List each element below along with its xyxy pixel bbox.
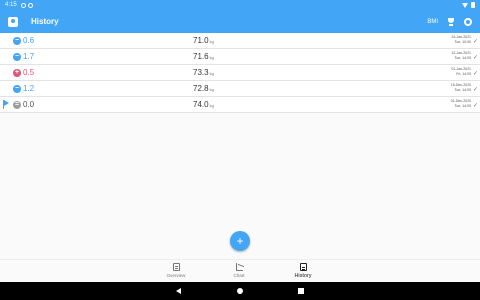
recents-icon[interactable] [298,288,304,294]
wifi-icon [462,2,468,8]
entry-date: 01-Jan-2021 Fri, 14:09 [451,67,471,76]
status-time: 4:15 [5,2,17,8]
equal-badge-icon: = [13,100,21,109]
trophy-icon[interactable] [447,17,455,26]
flag-icon [3,100,9,109]
weight-value: 74.0kg [193,100,214,109]
nav-label: Overview [166,273,186,278]
history-row[interactable]: − 0.6 71.0kg 24-Jan-2021 Tue, 10:00 ✓ [0,33,480,49]
bottom-navigation: Overview Chart History [0,259,480,282]
bmi-button[interactable]: BMI [427,19,438,25]
entry-date: 12-Jan-2021 Tue, 14:09 [451,51,471,60]
minus-badge-icon: − [13,36,21,45]
minus-badge-icon: − [13,84,21,93]
weight-value: 72.8kg [193,84,214,93]
nav-chart[interactable]: Chart [219,263,259,278]
history-icon [299,263,307,271]
weight-value: 71.0kg [193,36,214,45]
check-icon: ✓ [472,71,478,77]
entry-date: 24-Jan-2021 Tue, 10:00 [451,35,471,44]
weight-change: 0.6 [23,36,35,45]
weight-change: 0.5 [23,68,35,77]
nav-label: Chart [233,273,245,278]
notification-icon [20,2,26,8]
check-icon: ✓ [472,39,478,45]
status-bar: 4:15 [0,0,480,10]
entry-date: 15-Dec-2020 Tue, 14:09 [450,83,471,92]
history-row[interactable]: − 1.2 72.8kg 15-Dec-2020 Tue, 14:09 ✓ [0,81,480,97]
add-entry-button[interactable]: + [230,231,250,251]
chart-icon [235,263,243,271]
back-icon[interactable] [176,288,181,294]
weight-change: 0.0 [23,100,35,109]
app-bar: History BMI [0,10,480,33]
nav-overview[interactable]: Overview [156,263,196,278]
weight-change: 1.7 [23,52,35,61]
weight-value: 71.6kg [193,52,214,61]
plus-badge-icon: + [13,68,21,77]
page-title: History [31,17,59,26]
history-list: − 0.6 71.0kg 24-Jan-2021 Tue, 10:00 ✓ − 1… [0,33,480,113]
nav-label: History [294,273,312,279]
history-row[interactable]: + 0.5 73.3kg 01-Jan-2021 Fri, 14:09 ✓ [0,65,480,81]
weight-value: 73.3kg [193,68,214,77]
battery-icon [471,2,475,8]
history-row[interactable]: = 0.0 74.0kg 01-Dec-2020 Tue, 14:09 ✓ [0,97,480,113]
settings-icon[interactable] [464,17,472,26]
check-icon: ✓ [472,55,478,61]
check-icon: ✓ [472,87,478,93]
weight-change: 1.2 [23,84,35,93]
notification-icon [27,2,33,8]
home-icon[interactable] [237,288,243,294]
profile-icon[interactable] [8,16,18,27]
overview-icon [172,263,180,271]
history-row[interactable]: − 1.7 71.6kg 12-Jan-2021 Tue, 14:09 ✓ [0,49,480,65]
system-navigation-bar [0,282,480,300]
check-icon: ✓ [472,103,478,109]
nav-history[interactable]: History [283,263,323,279]
entry-date: 01-Dec-2020 Tue, 14:09 [450,99,471,108]
minus-badge-icon: − [13,52,21,61]
